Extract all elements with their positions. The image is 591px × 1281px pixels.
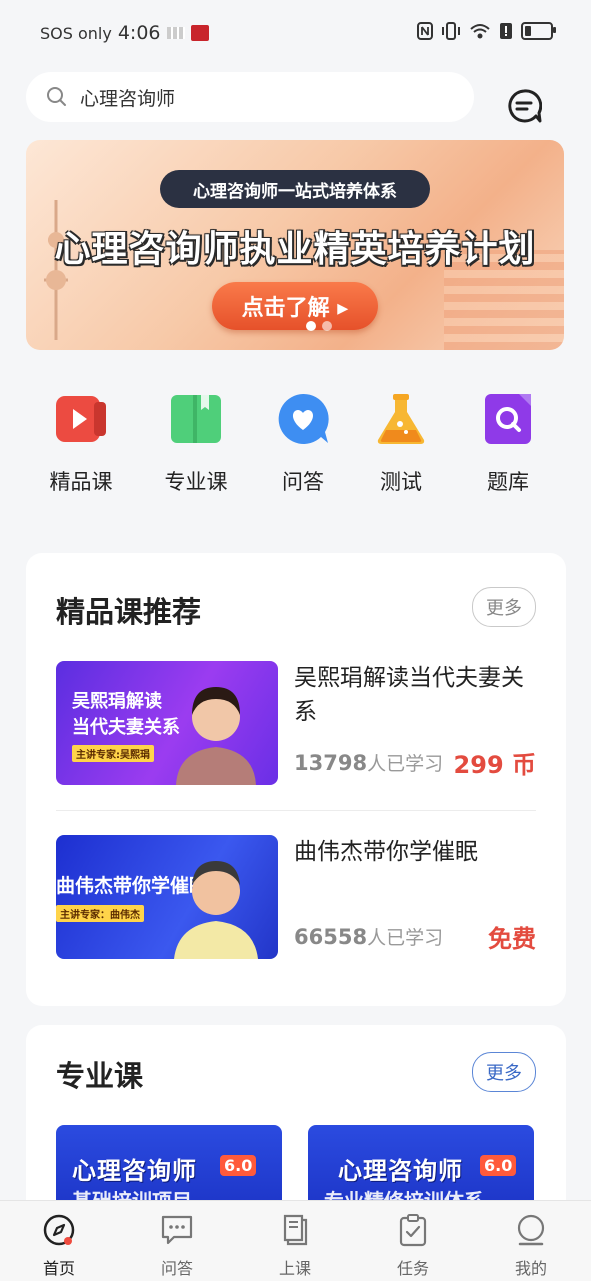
course-title: 曲伟杰带你学催眠 [294,839,478,865]
category-label: 问答 [282,470,324,494]
app-notification-icon [190,25,209,41]
category-label: 题库 [487,470,529,494]
learn-more-button[interactable]: 点击了解 ▸ [212,282,378,330]
tab-class[interactable]: 上课 [255,1213,335,1279]
course-price: 免费 [488,925,536,953]
thumb-line: 心理咨询师 [338,1157,463,1185]
course-price: 299 币 [453,751,536,779]
course-item[interactable]: 曲伟杰带你学催眠 主讲专家：曲伟杰 曲伟杰带你学催眠 66558人已学习 免费 [56,835,536,959]
learner-count: 13798 [294,751,368,775]
carousel-indicator [306,321,332,331]
video-play-icon [56,396,106,442]
carousel-dot [306,321,316,331]
category-professional[interactable]: 专业课 [141,392,251,496]
status-bar: SOS only 4:06 [0,0,591,62]
nfc-icon [417,22,433,40]
search-bar[interactable] [26,72,474,122]
thumb-line: 吴熙琄解读 [72,691,162,712]
divider [56,810,536,811]
course-item[interactable]: 吴熙琄解读 当代夫妻关系 主讲专家:吴熙琄 吴熙琄解读当代夫妻关系 13798人已… [56,661,536,785]
course-title: 吴熙琄解读当代夫妻关系 [294,665,524,725]
profile-icon [517,1214,545,1246]
search-input[interactable] [78,85,442,109]
category-question-bank[interactable]: 题库 [453,392,563,496]
book-icon [171,395,221,443]
section-title: 精品课推荐 [56,595,202,629]
category-label: 精品课 [49,470,113,494]
version-badge: 6.0 [220,1155,257,1176]
bottom-tab-bar: 首页 问答 上课 任务 我的 [0,1200,591,1281]
banner-title: 心理咨询师执业精英培养计划 [54,229,536,270]
alert-icon [500,23,512,39]
search-icon [47,87,66,106]
chat-heart-icon [278,393,329,444]
category-label: 专业课 [164,470,228,494]
lecturer-photo [174,861,258,959]
flask-icon [377,394,425,444]
notification-icon [166,27,185,39]
category-qa[interactable]: 问答 [248,392,358,496]
course-learners: 13798人已学习 [294,749,443,776]
tab-me[interactable]: 我的 [491,1213,571,1279]
tab-label: 问答 [160,1259,193,1278]
featured-courses-card: 精品课推荐 更多 吴熙琄解读 当代夫妻关系 主讲专家:吴熙琄 吴熙琄解读当代夫妻关… [26,553,566,1006]
course-learners: 66558人已学习 [294,923,443,950]
tab-qa[interactable]: 问答 [137,1213,217,1279]
message-icon[interactable] [506,88,542,124]
chat-bubble-icon [161,1215,193,1245]
more-button[interactable]: 更多 [472,587,536,627]
category-test[interactable]: 测试 [346,392,456,496]
category-nav: 精品课 专业课 问答 测试 题库 [26,392,564,502]
promo-banner[interactable]: 心理咨询师一站式培养体系 心理咨询师执业精英培养计划 点击了解 ▸ [26,140,564,350]
course-thumbnail: 曲伟杰带你学催眠 主讲专家：曲伟杰 [56,835,278,959]
compass-icon [43,1214,75,1246]
category-boutique[interactable]: 精品课 [26,392,136,496]
tab-label: 任务 [396,1259,429,1278]
professional-courses-card: 专业课 更多 心理咨询师 6.0 基础培训项目 心理咨询师 6.0 专业精修培训… [26,1025,566,1225]
clipboard-check-icon [399,1214,427,1247]
lecturer-photo [176,687,256,785]
thumb-tag: 主讲专家:吴熙琄 [72,745,154,762]
version-badge: 6.0 [480,1155,517,1176]
search-doc-icon [485,394,531,444]
tab-label: 上课 [278,1259,311,1278]
learner-suffix: 人已学习 [367,927,444,949]
learner-suffix: 人已学习 [367,753,444,775]
tab-label: 首页 [42,1259,75,1278]
learner-count: 66558 [294,925,368,949]
carousel-dot [322,321,332,331]
course-thumbnail: 吴熙琄解读当代夫妻关系 主讲专家:吴熙琄 [56,661,278,785]
carrier-text: SOS only [40,23,112,43]
thumb-line: 当代夫妻关系 [72,717,180,738]
banner-pill: 心理咨询师一站式培养体系 [160,170,430,208]
thumb-line: 心理咨询师 [72,1157,197,1185]
vibrate-icon [442,22,460,40]
tab-label: 我的 [514,1259,547,1278]
battery-icon [521,22,556,40]
clock: 4:06 [117,22,161,44]
category-label: 测试 [380,470,422,494]
wifi-icon [470,24,490,39]
tab-home[interactable]: 首页 [19,1213,99,1279]
more-button[interactable]: 更多 [472,1052,536,1092]
thumb-tag: 主讲专家：曲伟杰 [56,905,144,922]
book-stack-icon [283,1214,308,1246]
tab-tasks[interactable]: 任务 [373,1213,453,1279]
section-title: 专业课 [56,1059,144,1093]
